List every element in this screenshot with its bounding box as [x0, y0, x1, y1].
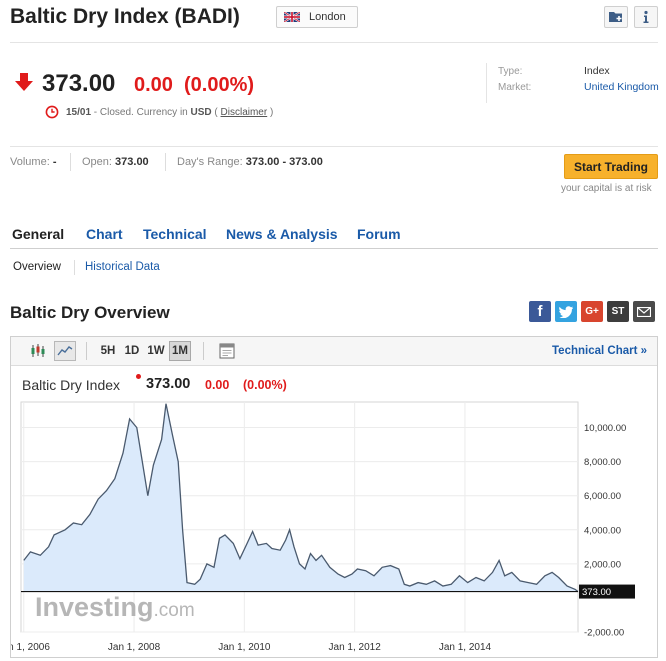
- share-stocktwits-button[interactable]: ST: [607, 301, 629, 322]
- type-value: Index: [584, 65, 610, 77]
- paren-close: ): [267, 107, 274, 118]
- market-label: Market:: [498, 82, 532, 93]
- down-arrow-icon: [15, 73, 33, 91]
- clock-icon: [45, 105, 59, 119]
- open-value: 373.00: [115, 156, 149, 168]
- y-tick-label: 6,000.00: [584, 491, 621, 502]
- y-tick-label: 2,000.00: [584, 559, 621, 570]
- market-status: 15/01 - Closed. Currency in USD ( Discla…: [66, 107, 273, 118]
- x-tick-label: Jan 1, 2008: [108, 642, 161, 653]
- chart-layout-button[interactable]: [216, 341, 238, 361]
- uk-flag-icon: [284, 12, 300, 22]
- facebook-icon: f: [537, 303, 543, 320]
- last-price: 373.00: [42, 70, 116, 97]
- tab-technical[interactable]: Technical: [143, 226, 207, 242]
- range-label: Day's Range:: [177, 156, 243, 168]
- disclaimer-link[interactable]: Disclaimer: [221, 107, 268, 118]
- overview-title: Baltic Dry Overview: [10, 303, 170, 322]
- type-label: Type:: [498, 66, 523, 77]
- y-tick-label: -2,000.00: [584, 628, 624, 639]
- x-tick-label: Jan 1, 2006: [11, 642, 50, 653]
- tabs-divider: [10, 248, 658, 249]
- googleplus-icon: G+: [585, 306, 599, 317]
- price-chart[interactable]: 10,000.00 8,000.00 6,000.00 4,000.00 2,000.0…: [11, 366, 657, 657]
- subtab-overview[interactable]: Overview: [13, 261, 61, 273]
- candlestick-icon: [31, 344, 45, 357]
- tab-chart[interactable]: Chart: [86, 226, 123, 242]
- candlestick-chart-button[interactable]: [28, 341, 48, 361]
- timeframe-1m-button[interactable]: 1M: [169, 341, 191, 361]
- info-icon: [643, 10, 649, 23]
- y-tick-label: 8,000.00: [584, 457, 621, 468]
- header-divider: [10, 42, 658, 43]
- start-trading-button[interactable]: Start Trading: [564, 154, 658, 179]
- x-tick-label: Jan 1, 2010: [218, 642, 271, 653]
- y-tick-label: 10,000.00: [584, 423, 626, 434]
- paren-open: (: [211, 107, 221, 118]
- market-value-link[interactable]: United Kingdom: [584, 81, 659, 93]
- x-tick-label: Jan 1, 2012: [329, 642, 382, 653]
- info-divider: [486, 63, 487, 103]
- days-range-stat: Day's Range: 373.00 - 373.00: [177, 156, 323, 168]
- status-text: - Closed. Currency in: [91, 107, 191, 118]
- currency: USD: [190, 107, 212, 118]
- stat-separator: [70, 153, 71, 171]
- subtab-separator: [74, 260, 75, 275]
- change-value: 0.00: [134, 74, 173, 96]
- timeframe-5h-button[interactable]: 5H: [98, 341, 118, 361]
- toolbar-separator: [203, 342, 204, 360]
- location-label: London: [309, 11, 346, 23]
- tab-news-analysis[interactable]: News & Analysis: [226, 226, 338, 242]
- timeframe-1w-button[interactable]: 1W: [145, 341, 167, 361]
- volume-stat: Volume: -: [10, 156, 56, 168]
- timeframe-1d-button[interactable]: 1D: [122, 341, 142, 361]
- info-button[interactable]: [634, 6, 658, 28]
- area-chart-button[interactable]: [54, 341, 76, 361]
- twitter-icon: [559, 305, 573, 318]
- status-date: 15/01: [66, 107, 92, 118]
- area-chart-icon: [57, 346, 73, 356]
- open-label: Open:: [82, 156, 112, 168]
- watermark-brand: Investing: [35, 592, 154, 622]
- add-to-portfolio-icon: [609, 12, 622, 22]
- subtab-historical-data[interactable]: Historical Data: [85, 261, 160, 273]
- last-price-label: 373.00: [582, 587, 611, 598]
- tab-general[interactable]: General: [12, 226, 64, 242]
- open-stat: Open: 373.00: [82, 156, 149, 168]
- stat-separator: [165, 153, 166, 171]
- risk-note: your capital is at risk: [561, 183, 652, 194]
- window-layout-icon: [219, 343, 235, 359]
- tab-forum[interactable]: Forum: [357, 226, 401, 242]
- x-tick-label: Jan 1, 2014: [439, 642, 492, 653]
- share-facebook-button[interactable]: f: [529, 301, 551, 322]
- watermark-suffix: .com: [154, 600, 195, 621]
- quote-divider: [10, 146, 658, 147]
- add-to-portfolio-button[interactable]: [604, 6, 628, 28]
- volume-value: -: [52, 156, 57, 168]
- share-googleplus-button[interactable]: G+: [581, 301, 603, 322]
- change-percent: (0.00%): [184, 74, 255, 96]
- share-email-button[interactable]: [633, 301, 655, 322]
- share-twitter-button[interactable]: [555, 301, 577, 322]
- stocktwits-icon: ST: [611, 306, 625, 317]
- range-value: 373.00 - 373.00: [245, 156, 323, 168]
- toolbar-separator: [86, 342, 87, 360]
- email-icon: [637, 306, 651, 317]
- technical-chart-link[interactable]: Technical Chart »: [552, 345, 647, 357]
- volume-label: Volume:: [10, 156, 50, 168]
- location-badge[interactable]: London: [276, 6, 358, 28]
- page-title: Baltic Dry Index (BADI): [10, 5, 240, 28]
- y-tick-label: 4,000.00: [584, 525, 621, 536]
